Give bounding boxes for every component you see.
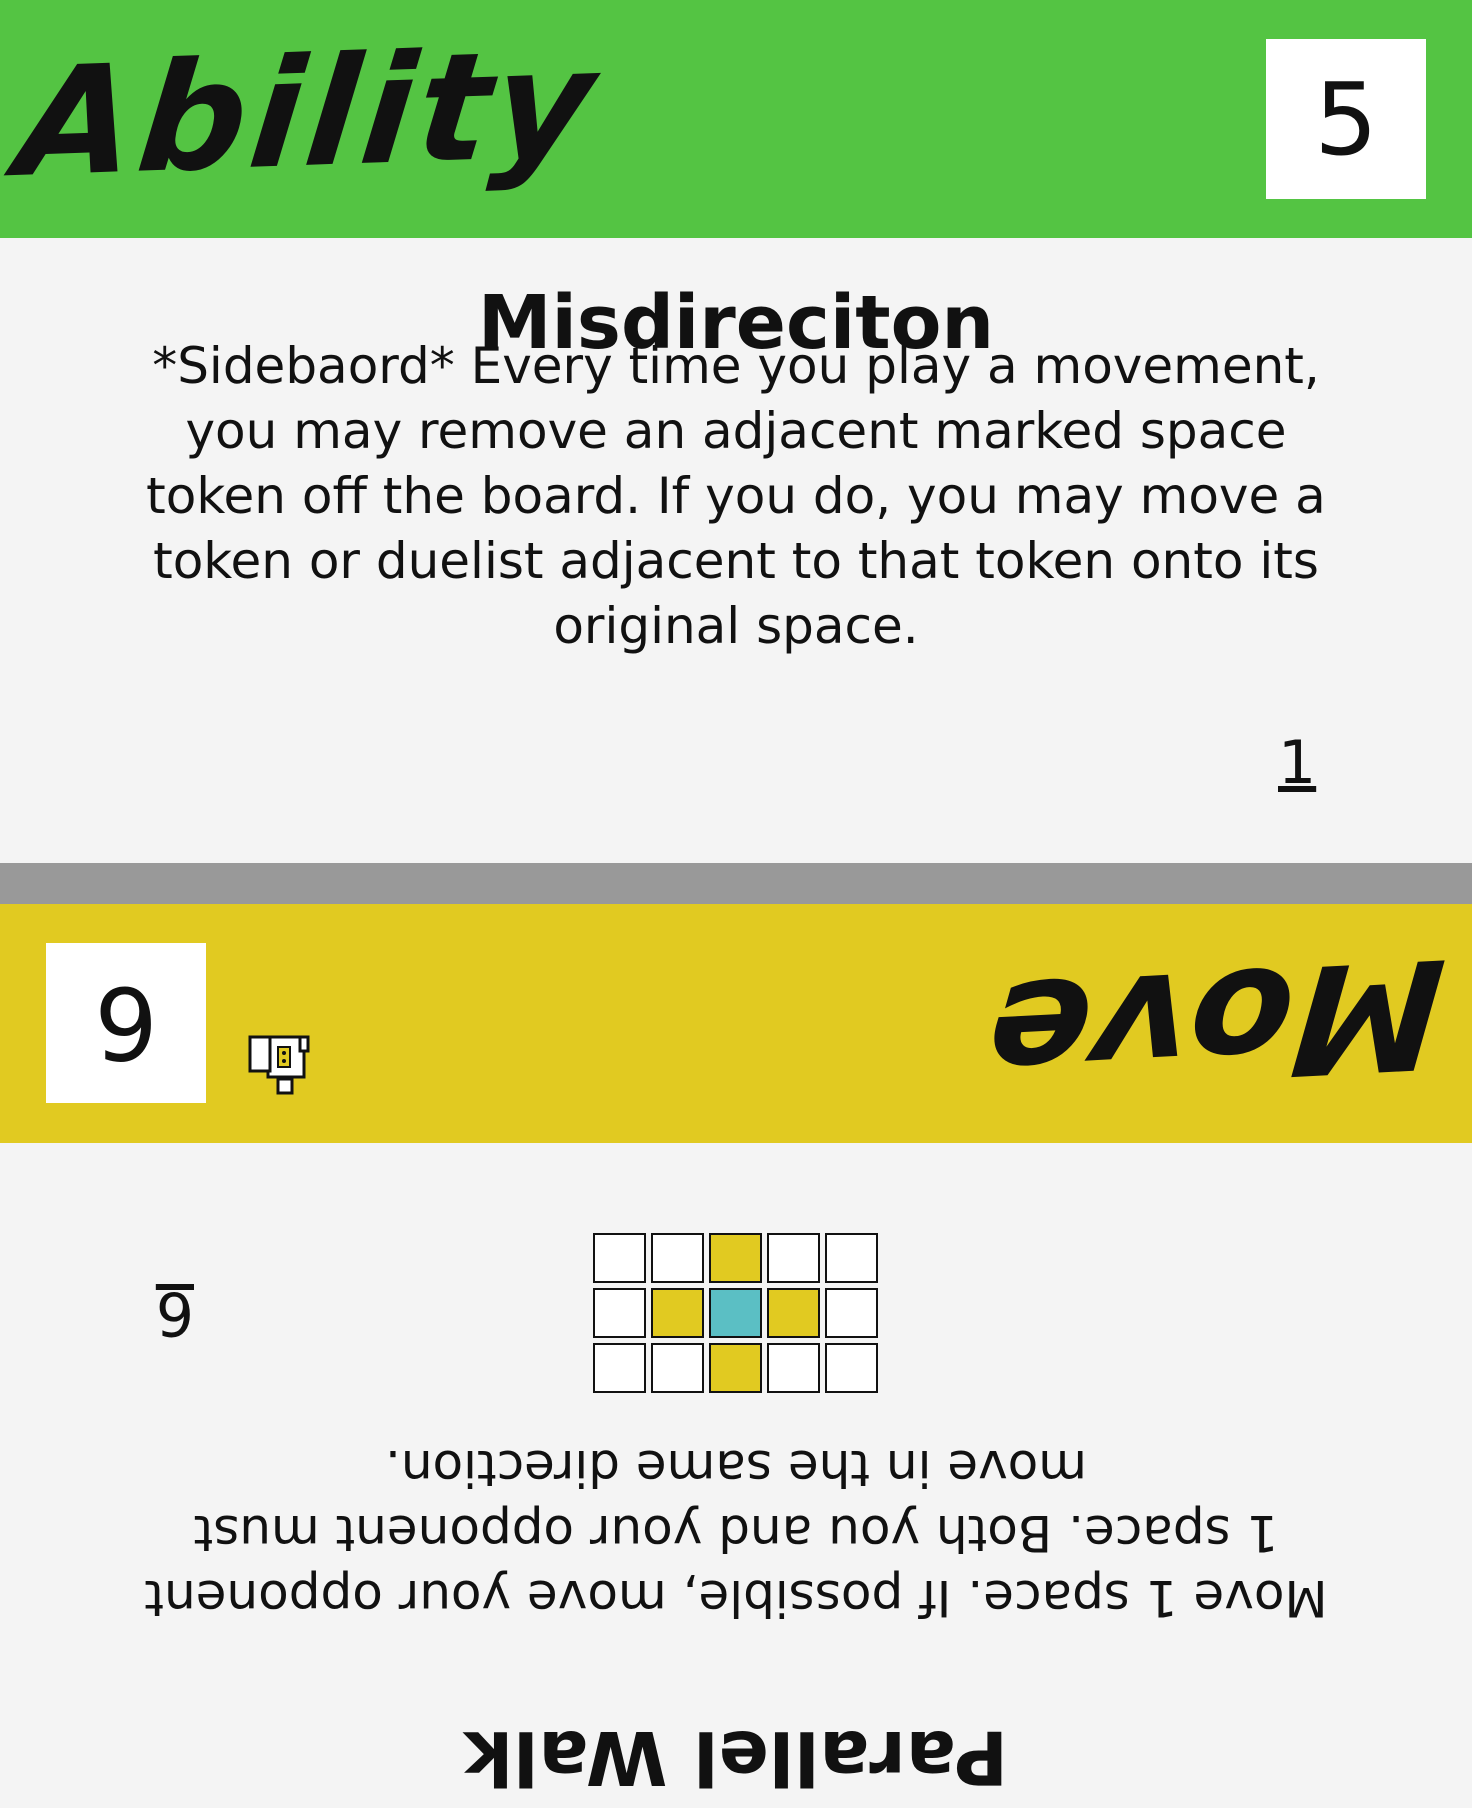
bottom-card-type-label: Move bbox=[981, 924, 1452, 1122]
grid-cell-empty bbox=[593, 1343, 646, 1393]
bottom-card-number: 6 bbox=[156, 1278, 194, 1348]
top-card-text: *Sidebaord* Every time you play a moveme… bbox=[146, 337, 1326, 655]
grid-cell-move bbox=[767, 1288, 820, 1338]
grid-cell-empty bbox=[767, 1233, 820, 1283]
bottom-card-cost: 6 bbox=[46, 943, 206, 1103]
top-card-banner: Ability 5 bbox=[0, 0, 1472, 238]
top-card-number-value: 1 bbox=[1278, 728, 1317, 798]
grid-cell-empty bbox=[825, 1343, 878, 1393]
grid-cell-move bbox=[709, 1343, 762, 1393]
grid-cell-empty bbox=[651, 1233, 704, 1283]
bottom-card-panel: Parallel Walk Move 1 space. If possible,… bbox=[0, 1143, 1472, 1808]
grid-cell-move bbox=[709, 1233, 762, 1283]
top-card-type-label: Ability bbox=[9, 17, 606, 211]
grid-cell-empty bbox=[825, 1288, 878, 1338]
grid-cell-empty bbox=[593, 1288, 646, 1338]
card-divider bbox=[0, 863, 1472, 904]
grid-cell-empty bbox=[825, 1233, 878, 1283]
top-card-panel: Misdireciton *Sidebaord* Every time you … bbox=[0, 238, 1472, 863]
grid-cell-empty bbox=[651, 1343, 704, 1393]
bottom-card: Parallel Walk Move 1 space. If possible,… bbox=[0, 904, 1472, 1808]
duelist-icon bbox=[248, 1035, 310, 1095]
bottom-card-text: Move 1 space. If possible, move your opp… bbox=[144, 1439, 1328, 1627]
top-card-number: 1 bbox=[1278, 728, 1316, 798]
bottom-card-number-value: 6 bbox=[155, 1278, 194, 1348]
grid-cell-move bbox=[651, 1288, 704, 1338]
grid-cell-empty bbox=[767, 1343, 820, 1393]
top-card-cost: 5 bbox=[1266, 39, 1426, 199]
bottom-card-name: Parallel Walk bbox=[463, 1714, 1009, 1800]
bottom-card-banner: Move 6 bbox=[0, 904, 1472, 1143]
grid-cell-empty bbox=[593, 1233, 646, 1283]
grid-cell-self bbox=[709, 1288, 762, 1338]
movement-grid bbox=[593, 1233, 878, 1393]
